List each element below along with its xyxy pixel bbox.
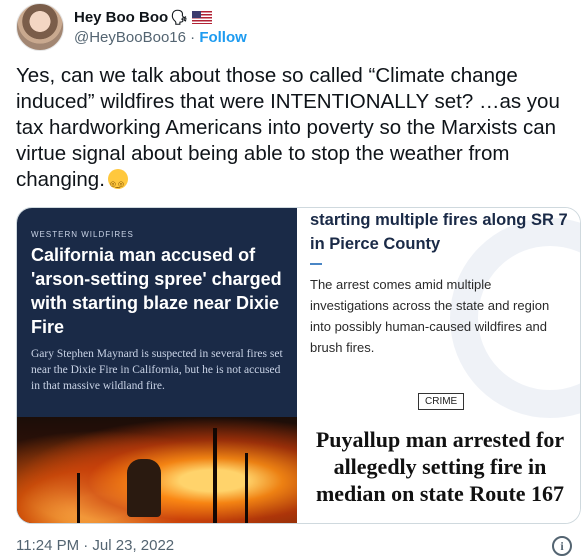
wildfire-photo bbox=[17, 417, 297, 523]
tree-silhouette bbox=[245, 453, 248, 523]
author-block: Hey Boo Boo 🗣 @HeyBooBoo16 · Follow bbox=[74, 9, 247, 46]
tweet-header: Hey Boo Boo 🗣 @HeyBooBoo16 · Follow bbox=[16, 2, 247, 52]
speaking-head-icon: 🗣 bbox=[170, 8, 188, 25]
tree-silhouette bbox=[77, 473, 80, 523]
tweet-body: Yes, can we talk about those so called “… bbox=[16, 64, 560, 191]
article-big-headline: Puyallup man arrested for allegedly sett… bbox=[315, 427, 565, 506]
tweet-text: Yes, can we talk about those so called “… bbox=[16, 63, 571, 202]
media-attachments: WESTERN WILDFIRES California man accused… bbox=[16, 207, 581, 524]
accent-divider bbox=[310, 263, 322, 265]
tweet-timestamp[interactable]: 11:24 PM · Jul 23, 2022 bbox=[16, 537, 174, 554]
media-image-left[interactable]: WESTERN WILDFIRES California man accused… bbox=[17, 208, 297, 523]
handle[interactable]: @HeyBooBoo16 bbox=[74, 29, 186, 46]
media-image-right[interactable]: starting multiple fires along SR 7 in Pi… bbox=[300, 208, 580, 523]
display-name-row[interactable]: Hey Boo Boo 🗣 bbox=[74, 9, 247, 26]
article-kicker: WESTERN WILDFIRES bbox=[31, 230, 134, 239]
separator-dot: · bbox=[190, 28, 196, 46]
display-name[interactable]: Hey Boo Boo bbox=[74, 9, 168, 26]
avatar[interactable] bbox=[16, 3, 64, 51]
handle-row: @HeyBooBoo16 · Follow bbox=[74, 29, 247, 46]
article-headline: California man accused of 'arson-setting… bbox=[31, 245, 282, 337]
article-headline-right: starting multiple fires along SR 7 in Pi… bbox=[310, 211, 568, 253]
info-icon[interactable]: i bbox=[552, 536, 572, 556]
tree-silhouette bbox=[213, 428, 217, 523]
follow-button[interactable]: Follow bbox=[199, 29, 247, 46]
article-subhead: Gary Stephen Maynard is suspected in sev… bbox=[31, 348, 283, 392]
category-tag: CRIME bbox=[418, 393, 465, 410]
dizzy-face-icon bbox=[107, 169, 128, 202]
us-flag-icon bbox=[191, 10, 212, 24]
article-body-right: The arrest comes amid multiple investiga… bbox=[310, 277, 550, 355]
firefighter-silhouette bbox=[127, 459, 161, 517]
